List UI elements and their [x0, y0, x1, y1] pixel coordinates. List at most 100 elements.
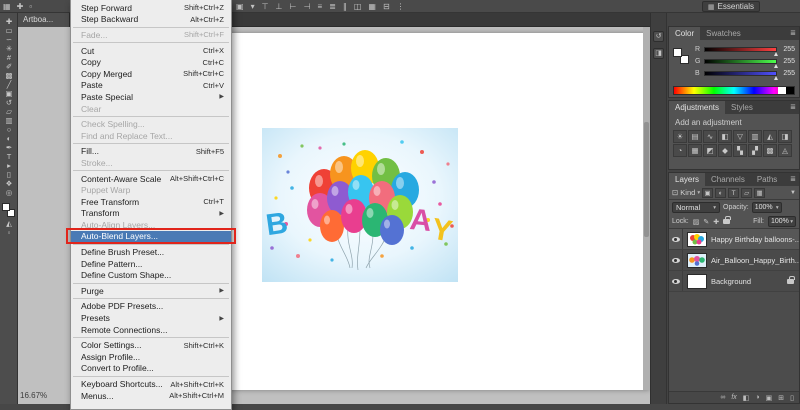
menu-item-define-pattern[interactable]: Define Pattern...: [71, 258, 231, 270]
posterize-icon[interactable]: ▚: [733, 144, 747, 157]
type-layer-filter-icon[interactable]: T: [728, 187, 740, 198]
workspace-switcher-button[interactable]: ▦ Essentials: [701, 1, 760, 12]
collapse-icon[interactable]: ⊟: [383, 2, 390, 11]
tab-swatches[interactable]: Swatches: [700, 27, 747, 40]
align-right-edges-icon[interactable]: ⊣: [303, 2, 310, 11]
tab-color[interactable]: Color: [669, 27, 701, 40]
delete-layer-icon[interactable]: ▯: [790, 394, 794, 402]
collapsed-history-panel-icon[interactable]: ↺: [653, 31, 664, 42]
red-slider[interactable]: [704, 46, 778, 56]
distribute-centers-icon[interactable]: ∥: [343, 2, 347, 11]
tab-paths[interactable]: Paths: [751, 173, 783, 186]
tool-path-selection-icon[interactable]: ▸: [0, 161, 18, 170]
move-tool-preset-icon[interactable]: ✚: [17, 2, 24, 11]
menu-item-convert-to-profile[interactable]: Convert to Profile...: [71, 363, 231, 375]
filter-toggle-icon[interactable]: ▼: [790, 190, 796, 196]
menu-item-define-brush-preset[interactable]: Define Brush Preset...: [71, 246, 231, 258]
menu-item-menus[interactable]: Menus... Alt+Shift+Ctrl+M: [71, 390, 231, 402]
color-spectrum-bar[interactable]: [673, 86, 795, 95]
foreground-color-swatch[interactable]: [2, 203, 10, 211]
tool-lasso-icon[interactable]: ∽: [0, 35, 18, 44]
hue-saturation-icon[interactable]: ▥: [748, 130, 762, 143]
menu-item-fill[interactable]: Fill... Shift+F5: [71, 146, 231, 158]
menu-item-cut[interactable]: Cut Ctrl+X: [71, 45, 231, 57]
artboard[interactable]: B A Y: [210, 33, 650, 390]
align-bottom-edges-icon[interactable]: ⊥: [276, 2, 283, 11]
white-swatch[interactable]: [778, 87, 786, 94]
tab-layers[interactable]: Layers: [669, 173, 706, 186]
channel-value[interactable]: 255: [780, 70, 795, 77]
vibrance-icon[interactable]: ▽: [733, 130, 747, 143]
tool-quick-selection-icon[interactable]: ✳: [0, 44, 18, 53]
scrollbar-thumb[interactable]: [644, 122, 649, 237]
new-layer-icon[interactable]: ⊞: [778, 394, 784, 402]
color-balance-icon[interactable]: ◭: [763, 130, 777, 143]
lock-image-pixels-icon[interactable]: ✎: [703, 218, 709, 226]
tool-type-icon[interactable]: T: [0, 152, 18, 161]
menu-item-auto-align-layers[interactable]: Auto-Align Layers...: [71, 219, 231, 231]
slider-marker-icon[interactable]: [774, 75, 778, 80]
smart-object-filter-icon[interactable]: ▦: [754, 187, 766, 198]
tab-adjustments[interactable]: Adjustments: [669, 101, 726, 114]
color-fg-bg-swatches[interactable]: [673, 48, 691, 66]
black-white-icon[interactable]: ◨: [778, 130, 792, 143]
menu-item-define-custom-shape[interactable]: Define Custom Shape...: [71, 269, 231, 281]
reference-point-icon[interactable]: ▣: [236, 2, 244, 11]
app-grid-icon[interactable]: ▦: [3, 2, 11, 11]
tool-brush-icon[interactable]: ╱: [0, 80, 18, 89]
menu-item-adobe-pdf-presets[interactable]: Adobe PDF Presets...: [71, 301, 231, 313]
visibility-toggle[interactable]: [669, 250, 683, 270]
menu-item-copy-merged[interactable]: Copy Merged Shift+Ctrl+C: [71, 68, 231, 80]
caret-down-icon[interactable]: ▾: [251, 2, 255, 11]
visibility-toggle[interactable]: [669, 271, 683, 291]
levels-icon[interactable]: ▤: [688, 130, 702, 143]
visibility-toggle[interactable]: [669, 229, 683, 249]
layer-row-background[interactable]: Background: [669, 271, 799, 292]
layer-name[interactable]: Air_Balloon_Happy_Birth...: [711, 256, 799, 265]
panel-menu-icon[interactable]: ≣: [790, 173, 796, 186]
screen-mode-icon[interactable]: ▫: [0, 228, 18, 237]
collapsed-properties-panel-icon[interactable]: ◨: [653, 48, 664, 59]
layer-name[interactable]: Happy Birthday balloons-...: [711, 235, 799, 244]
menu-item-color-settings[interactable]: Color Settings... Shift+Ctrl+K: [71, 339, 231, 351]
adjustment-layer-filter-icon[interactable]: ◐: [715, 187, 727, 198]
tool-blur-icon[interactable]: ○: [0, 125, 18, 134]
photo-filter-icon[interactable]: ◔: [673, 144, 687, 157]
menu-item-puppet-warp[interactable]: Puppet Warp: [71, 184, 231, 196]
layer-mask-icon[interactable]: ◧: [743, 394, 750, 402]
menu-item-paste-special[interactable]: Paste Special ▶: [71, 91, 231, 103]
pixel-layer-filter-icon[interactable]: ▣: [702, 187, 714, 198]
menu-item-transform[interactable]: Transform ▶: [71, 208, 231, 220]
fill-dropdown[interactable]: 100% ▾: [768, 216, 796, 227]
lock-all-icon[interactable]: [723, 216, 731, 224]
menu-item-auto-blend-layers[interactable]: Auto-Blend Layers...: [71, 230, 231, 243]
tool-pen-icon[interactable]: ✒: [0, 143, 18, 152]
filter-kind-dropdown[interactable]: Kind: [680, 188, 695, 197]
panel-menu-icon[interactable]: ≣: [790, 27, 796, 40]
lock-position-icon[interactable]: ✚: [713, 218, 719, 226]
opacity-dropdown[interactable]: 100% ▾: [751, 202, 782, 213]
tool-history-brush-icon[interactable]: ↺: [0, 98, 18, 107]
layer-effects-icon[interactable]: fx: [731, 394, 736, 401]
panel-menu-icon[interactable]: ≣: [790, 101, 796, 114]
menu-item-content-aware-scale[interactable]: Content-Aware Scale Alt+Shift+Ctrl+C: [71, 173, 231, 185]
more-options-icon[interactable]: ⋮: [397, 2, 405, 11]
tab-channels[interactable]: Channels: [705, 173, 751, 186]
menu-item-step-forward[interactable]: Step Forward Shift+Ctrl+Z: [71, 2, 231, 14]
layer-row-happy-birthday-balloons[interactable]: Happy Birthday balloons-...: [669, 229, 799, 250]
tool-rectangular-marquee-icon[interactable]: ▭: [0, 26, 18, 35]
tool-rectangle-icon[interactable]: ▯: [0, 170, 18, 179]
menu-item-step-backward[interactable]: Step Backward Alt+Ctrl+Z: [71, 14, 231, 26]
filter-picker-icon[interactable]: ⊡: [672, 188, 678, 197]
channel-value[interactable]: 255: [780, 58, 795, 65]
blue-slider[interactable]: [704, 70, 778, 80]
align-top-edges-icon[interactable]: ⊤: [262, 2, 269, 11]
foreground-background-swatches[interactable]: [0, 202, 18, 219]
menu-item-free-transform[interactable]: Free Transform Ctrl+T: [71, 196, 231, 208]
menu-item-check-spelling[interactable]: Check Spelling...: [71, 118, 231, 130]
menu-item-assign-profile[interactable]: Assign Profile...: [71, 351, 231, 363]
canvas-vertical-scrollbar[interactable]: [643, 27, 650, 390]
distribute-vertical-icon[interactable]: ≡: [317, 2, 322, 11]
tool-options-icon[interactable]: ▫: [29, 2, 32, 11]
document-tab[interactable]: Artboa...: [18, 13, 70, 27]
